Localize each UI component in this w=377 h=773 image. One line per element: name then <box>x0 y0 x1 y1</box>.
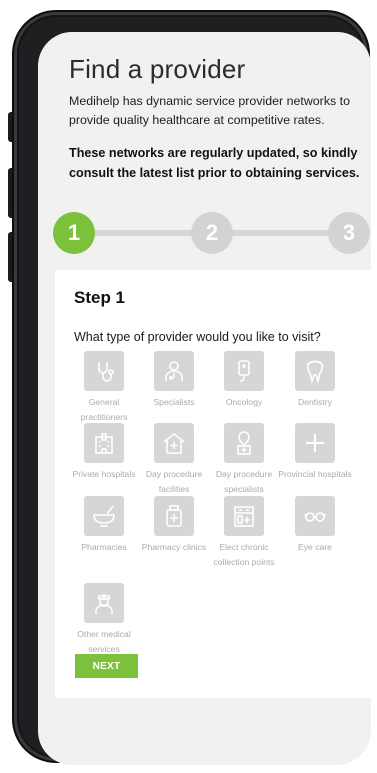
next-button[interactable]: NEXT <box>75 654 138 678</box>
page-title: Find a provider <box>69 54 246 84</box>
provider-tile-pharmacy-clinics[interactable]: Pharmacy clinics <box>136 496 212 555</box>
provider-tile-pharmacies[interactable]: Pharmacies <box>66 496 142 555</box>
provider-label: Elect chronic collection points <box>213 542 275 567</box>
provider-label: Private hospitals <box>72 469 136 479</box>
provider-label: Day procedure facilities <box>145 469 203 494</box>
provider-tile-general-practitioners[interactable]: General practitioners <box>66 351 142 424</box>
provider-selection-card: Step 1 What type of provider would you l… <box>55 270 371 698</box>
phone-frame: Find a provider Medihelp has dynamic ser… <box>12 10 371 765</box>
location-pin-clinic-icon <box>224 423 264 463</box>
medical-house-icon <box>154 423 194 463</box>
stethoscope-icon <box>84 351 124 391</box>
provider-tile-eye-care[interactable]: Eye care <box>277 496 353 555</box>
phone-screen: Find a provider Medihelp has dynamic ser… <box>38 32 371 765</box>
provider-label: General practitioners <box>80 397 128 422</box>
notice-text: These networks are regularly updated, so… <box>69 146 360 180</box>
provider-label: Other medical services <box>77 629 131 654</box>
nurse-icon <box>84 583 124 623</box>
intro-text: Medihelp has dynamic service provider ne… <box>69 94 350 127</box>
medicine-bottle-icon <box>154 496 194 536</box>
step-heading: Step 1 <box>74 288 126 307</box>
provider-label: Oncology <box>225 397 263 407</box>
provider-tile-day-procedure-specialists[interactable]: Day procedure specialists <box>206 423 282 496</box>
provider-label: Provincial hospitals <box>278 469 352 479</box>
provider-tile-oncology[interactable]: Oncology <box>206 351 282 410</box>
step-1-indicator[interactable]: 1 <box>53 212 95 254</box>
provider-label: Day procedure specialists <box>215 469 273 494</box>
mortar-pestle-icon <box>84 496 124 536</box>
step-2-indicator[interactable]: 2 <box>191 212 233 254</box>
provider-label: Eye care <box>298 542 332 552</box>
glasses-icon <box>295 496 335 536</box>
provider-label: Pharmacies <box>81 542 127 552</box>
hospital-building-icon <box>84 423 124 463</box>
iv-drip-icon <box>224 351 264 391</box>
pharmacy-counter-icon <box>224 496 264 536</box>
step-3-indicator[interactable]: 3 <box>328 212 370 254</box>
doctor-icon <box>154 351 194 391</box>
provider-label: Specialists <box>153 397 195 407</box>
provider-tile-other-medical-services[interactable]: Other medical services <box>66 583 142 656</box>
provider-tile-private-hospitals[interactable]: Private hospitals <box>66 423 142 482</box>
provider-tile-specialists[interactable]: Specialists <box>136 351 212 410</box>
provider-label: Dentistry <box>298 397 332 407</box>
provider-label: Pharmacy clinics <box>141 542 207 552</box>
tooth-icon <box>295 351 335 391</box>
provider-tile-elect-chronic-collection-points[interactable]: Elect chronic collection points <box>206 496 282 569</box>
provider-tile-day-procedure-facilities[interactable]: Day procedure facilities <box>136 423 212 496</box>
provider-tile-dentistry[interactable]: Dentistry <box>277 351 353 410</box>
plus-icon <box>295 423 335 463</box>
provider-tile-provincial-hospitals[interactable]: Provincial hospitals <box>277 423 353 482</box>
provider-question: What type of provider would you like to … <box>74 330 321 344</box>
